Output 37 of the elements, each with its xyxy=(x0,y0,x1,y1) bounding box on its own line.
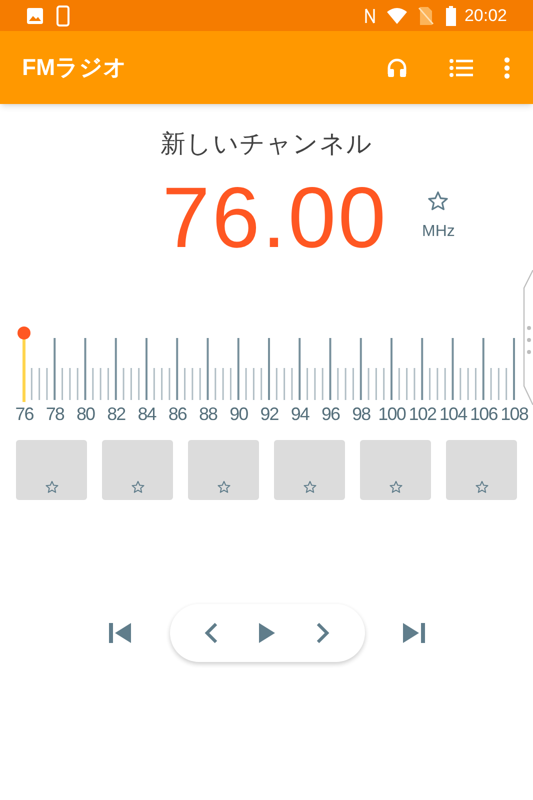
frequency-label: 102 xyxy=(408,402,438,426)
favorite-star-icon[interactable] xyxy=(427,190,450,212)
unit-label: MHz xyxy=(422,222,455,242)
image-icon xyxy=(26,6,44,24)
star-icon[interactable] xyxy=(388,480,402,494)
star-icon[interactable] xyxy=(216,480,230,494)
frequency-label: 108 xyxy=(500,402,529,426)
frequency-label: 88 xyxy=(198,402,218,426)
frequency-label: 78 xyxy=(44,402,66,426)
frequency-label: 96 xyxy=(320,402,341,426)
nfc-icon xyxy=(364,6,376,26)
star-icon[interactable] xyxy=(474,480,488,494)
frequency-label: 92 xyxy=(259,402,280,426)
phone-icon xyxy=(56,4,70,26)
frequency-label: 94 xyxy=(290,402,310,426)
star-icon[interactable] xyxy=(130,480,144,494)
frequency-display: 76.00 xyxy=(162,172,388,264)
drawer-handle-icon[interactable] xyxy=(521,270,533,404)
frequency-label: 98 xyxy=(351,402,372,426)
frequency-label: 100 xyxy=(377,402,407,426)
station-name: 新しいチャンネル xyxy=(160,129,372,160)
status-time: 20:02 xyxy=(464,4,507,27)
frequency-label: 80 xyxy=(75,402,96,426)
frequency-label: 84 xyxy=(136,402,158,426)
frequency-label: 104 xyxy=(438,402,468,426)
no-sim-icon xyxy=(418,6,434,26)
frequency-label: 76 xyxy=(14,402,34,426)
frequency-label: 82 xyxy=(106,402,126,426)
star-icon[interactable] xyxy=(302,480,316,494)
tuning-needle[interactable] xyxy=(17,326,31,402)
app-title: FMラジオ xyxy=(22,53,128,82)
frequency-label: 106 xyxy=(469,402,498,426)
wifi-icon xyxy=(386,6,408,24)
frequency-label: 86 xyxy=(167,402,188,426)
battery-icon xyxy=(446,6,456,26)
star-icon[interactable] xyxy=(44,480,58,494)
frequency-label: 90 xyxy=(228,402,249,426)
